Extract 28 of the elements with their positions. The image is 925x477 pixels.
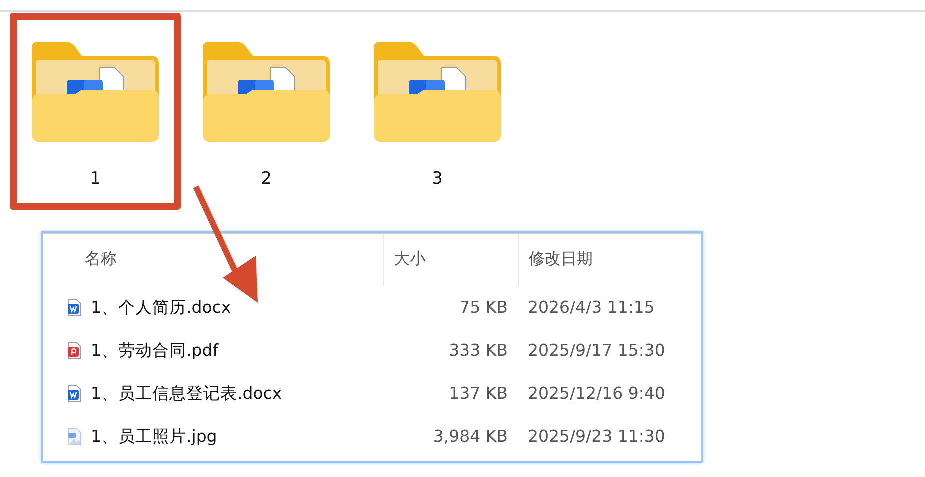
- modified-date: 2026/4/3 11:15: [527, 298, 656, 317]
- folder-icon: [32, 42, 159, 142]
- pdf-file-icon: [68, 342, 82, 360]
- folder-name: 2: [261, 169, 272, 189]
- column-header[interactable]: 大小: [383, 234, 518, 286]
- file-name[interactable]: 1、员工信息登记表.docx: [91, 382, 282, 404]
- file-name[interactable]: 1、劳动合同.pdf: [91, 340, 218, 362]
- file-size: 137 KB: [448, 384, 508, 403]
- column-header[interactable]: 修改日期: [518, 234, 701, 286]
- image-file-icon: [68, 428, 82, 446]
- folder-item[interactable]: 1: [10, 13, 181, 210]
- column-header[interactable]: 名称: [43, 234, 383, 286]
- folder-item[interactable]: 2: [181, 13, 352, 210]
- modified-date: 2025/9/17 15:30: [527, 341, 666, 360]
- file-name[interactable]: 1、个人简历.docx: [91, 296, 232, 318]
- folder-item[interactable]: 3: [352, 13, 523, 210]
- modified-date: 2025/12/16 9:40: [527, 384, 666, 403]
- file-size: 3,984 KB: [432, 427, 508, 446]
- file-size: 75 KB: [458, 298, 508, 317]
- folder-name: 1: [90, 169, 101, 189]
- folder-name: 3: [432, 169, 443, 189]
- file-name[interactable]: 1、员工照片.jpg: [91, 426, 218, 448]
- folder-icon: [203, 42, 330, 142]
- folder-icon: [374, 42, 501, 142]
- file-size: 333 KB: [448, 341, 508, 360]
- word-file-icon: [68, 298, 82, 316]
- modified-date: 2025/9/23 11:30: [527, 427, 666, 446]
- word-file-icon: [68, 384, 82, 402]
